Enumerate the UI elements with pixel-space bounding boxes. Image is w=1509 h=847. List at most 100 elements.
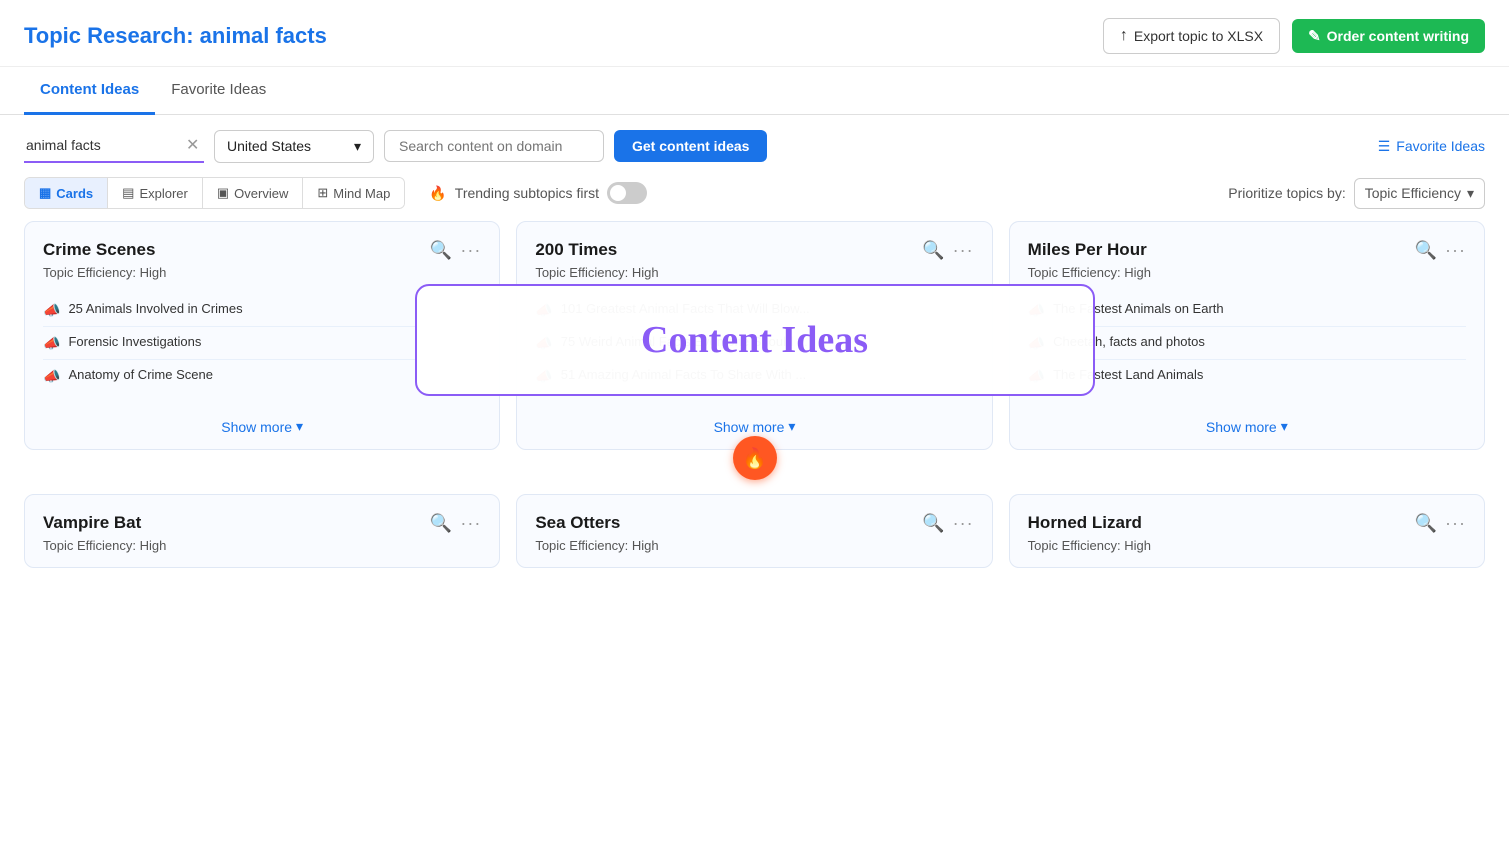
megaphone-icon: 📣: [43, 302, 60, 319]
card-items-list: 📣 The Fastest Animals on Earth 📣 Cheetah…: [1028, 294, 1466, 392]
trending-toggle[interactable]: [607, 182, 647, 204]
chevron-down-icon: ▾: [296, 418, 303, 435]
card-efficiency: Topic Efficiency: High: [43, 538, 481, 553]
cards-grid-row2: Vampire Bat 🔍 ··· Topic Efficiency: High…: [24, 494, 1485, 568]
card-200-times: 200 Times 🔍 ··· Topic Efficiency: High 📣…: [516, 221, 992, 450]
card-search-button[interactable]: 🔍: [1415, 513, 1437, 534]
domain-search-input[interactable]: [384, 130, 604, 162]
megaphone-icon: 📣: [43, 368, 60, 385]
card-vampire-bat: Vampire Bat 🔍 ··· Topic Efficiency: High: [24, 494, 500, 568]
card-more-button[interactable]: ···: [953, 240, 974, 261]
country-dropdown[interactable]: United States ▾: [214, 130, 374, 163]
toolbar: ✕ United States ▾ Get content ideas ☰ Fa…: [0, 115, 1509, 177]
favorite-ideas-link[interactable]: ☰ Favorite Ideas: [1378, 138, 1485, 155]
list-item: 📣 Cheetah, facts and photos: [1028, 327, 1466, 360]
show-more-button[interactable]: Show more ▾: [1028, 404, 1466, 449]
chevron-down-icon: ▾: [1467, 185, 1474, 202]
card-efficiency: Topic Efficiency: High: [1028, 265, 1466, 280]
card-more-button[interactable]: ···: [1445, 240, 1466, 261]
card-header: Miles Per Hour 🔍 ···: [1028, 240, 1466, 261]
card-efficiency: Topic Efficiency: High: [535, 538, 973, 553]
clear-search-button[interactable]: ✕: [186, 135, 199, 155]
show-more-button[interactable]: Show more ▾: [43, 404, 481, 449]
card-title: Vampire Bat: [43, 513, 141, 533]
priority-dropdown[interactable]: Topic Efficiency ▾: [1354, 178, 1485, 209]
explorer-icon: ▤: [122, 185, 134, 201]
list-item: 📣 51 Amazing Animal Facts To Share With …: [535, 360, 973, 392]
page-title: Topic Research: animal facts: [24, 23, 327, 49]
view-switcher-bar: ▦ Cards ▤ Explorer ▣ Overview ⊞ Mind Map…: [0, 177, 1509, 221]
card-title: Crime Scenes: [43, 240, 155, 260]
card-header: Vampire Bat 🔍 ···: [43, 513, 481, 534]
card-search-button[interactable]: 🔍: [430, 513, 452, 534]
chevron-down-icon: ▾: [1281, 418, 1288, 435]
edit-icon: ✎: [1308, 27, 1321, 45]
cards-icon: ▦: [39, 185, 51, 201]
card-title: Sea Otters: [535, 513, 620, 533]
view-buttons: ▦ Cards ▤ Explorer ▣ Overview ⊞ Mind Map: [24, 177, 405, 209]
list-item: 📣 101 Greatest Animal Facts That Will Bl…: [535, 294, 973, 327]
card-title: Miles Per Hour: [1028, 240, 1147, 260]
view-explorer-button[interactable]: ▤ Explorer: [108, 178, 203, 208]
card-efficiency: Topic Efficiency: High: [43, 265, 481, 280]
card-header: Horned Lizard 🔍 ···: [1028, 513, 1466, 534]
cards-grid-row1: Crime Scenes 🔍 ··· Topic Efficiency: Hig…: [24, 221, 1485, 450]
card-actions: 🔍 ···: [1415, 513, 1466, 534]
card-actions: 🔍 ···: [1415, 240, 1466, 261]
prioritize-wrap: Prioritize topics by: Topic Efficiency ▾: [1228, 178, 1485, 209]
list-icon: ☰: [1378, 138, 1391, 155]
card-search-button[interactable]: 🔍: [922, 513, 944, 534]
view-mindmap-button[interactable]: ⊞ Mind Map: [303, 178, 404, 208]
megaphone-icon: 📣: [1028, 368, 1045, 385]
card-more-button[interactable]: ···: [460, 240, 481, 261]
card-search-button[interactable]: 🔍: [922, 240, 944, 261]
card-title: Horned Lizard: [1028, 513, 1142, 533]
card-horned-lizard: Horned Lizard 🔍 ··· Topic Efficiency: Hi…: [1009, 494, 1485, 568]
megaphone-icon: 📣: [535, 368, 552, 385]
card-more-button[interactable]: ···: [1445, 513, 1466, 534]
card-items-list: 📣 101 Greatest Animal Facts That Will Bl…: [535, 294, 973, 392]
card-search-button[interactable]: 🔍: [430, 240, 452, 261]
page-header: Topic Research: animal facts ↑ Export to…: [0, 0, 1509, 67]
order-content-button[interactable]: ✎ Order content writing: [1292, 19, 1485, 53]
trending-toggle-wrap: 🔥 Trending subtopics first: [429, 182, 647, 204]
chevron-down-icon: ▾: [788, 418, 795, 435]
card-crime-scenes: Crime Scenes 🔍 ··· Topic Efficiency: Hig…: [24, 221, 500, 450]
overview-icon: ▣: [217, 185, 229, 201]
card-sea-otters: Sea Otters 🔍 ··· Topic Efficiency: High: [516, 494, 992, 568]
card-actions: 🔍 ···: [430, 513, 481, 534]
tab-content-ideas[interactable]: Content Ideas: [24, 67, 155, 115]
tab-bar: Content Ideas Favorite Ideas: [0, 67, 1509, 115]
tab-favorite-ideas[interactable]: Favorite Ideas: [155, 67, 282, 115]
view-cards-button[interactable]: ▦ Cards: [25, 178, 108, 208]
topic-search-input[interactable]: [26, 137, 186, 153]
fire-icon: 🔥: [429, 185, 446, 202]
header-actions: ↑ Export topic to XLSX ✎ Order content w…: [1103, 18, 1485, 54]
card-actions: 🔍 ···: [430, 240, 481, 261]
card-title: 200 Times: [535, 240, 617, 260]
card-actions: 🔍 ···: [922, 240, 973, 261]
fire-icon: 🔥: [742, 446, 767, 471]
upload-icon: ↑: [1120, 27, 1128, 45]
card-search-button[interactable]: 🔍: [1415, 240, 1437, 261]
get-content-ideas-button[interactable]: Get content ideas: [614, 130, 767, 162]
card-efficiency: Topic Efficiency: High: [1028, 538, 1466, 553]
megaphone-icon: 📣: [43, 335, 60, 352]
megaphone-icon: 📣: [1028, 335, 1045, 352]
card-more-button[interactable]: ···: [953, 513, 974, 534]
list-item: 📣 75 Weird Animal Facts Everyone Should …: [535, 327, 973, 360]
card-header: 200 Times 🔍 ···: [535, 240, 973, 261]
card-actions: 🔍 ···: [922, 513, 973, 534]
megaphone-icon: 📣: [1028, 302, 1045, 319]
view-overview-button[interactable]: ▣ Overview: [203, 178, 303, 208]
topic-search-wrap: ✕: [24, 129, 204, 163]
megaphone-icon: 📣: [535, 302, 552, 319]
card-efficiency: Topic Efficiency: High: [535, 265, 973, 280]
chevron-down-icon: ▾: [354, 138, 361, 155]
list-item: 📣 The Fastest Animals on Earth: [1028, 294, 1466, 327]
card-more-button[interactable]: ···: [460, 513, 481, 534]
export-button[interactable]: ↑ Export topic to XLSX: [1103, 18, 1280, 54]
hot-button[interactable]: 🔥: [733, 436, 777, 480]
list-item: 📣 The Fastest Land Animals: [1028, 360, 1466, 392]
megaphone-icon: 📣: [535, 335, 552, 352]
